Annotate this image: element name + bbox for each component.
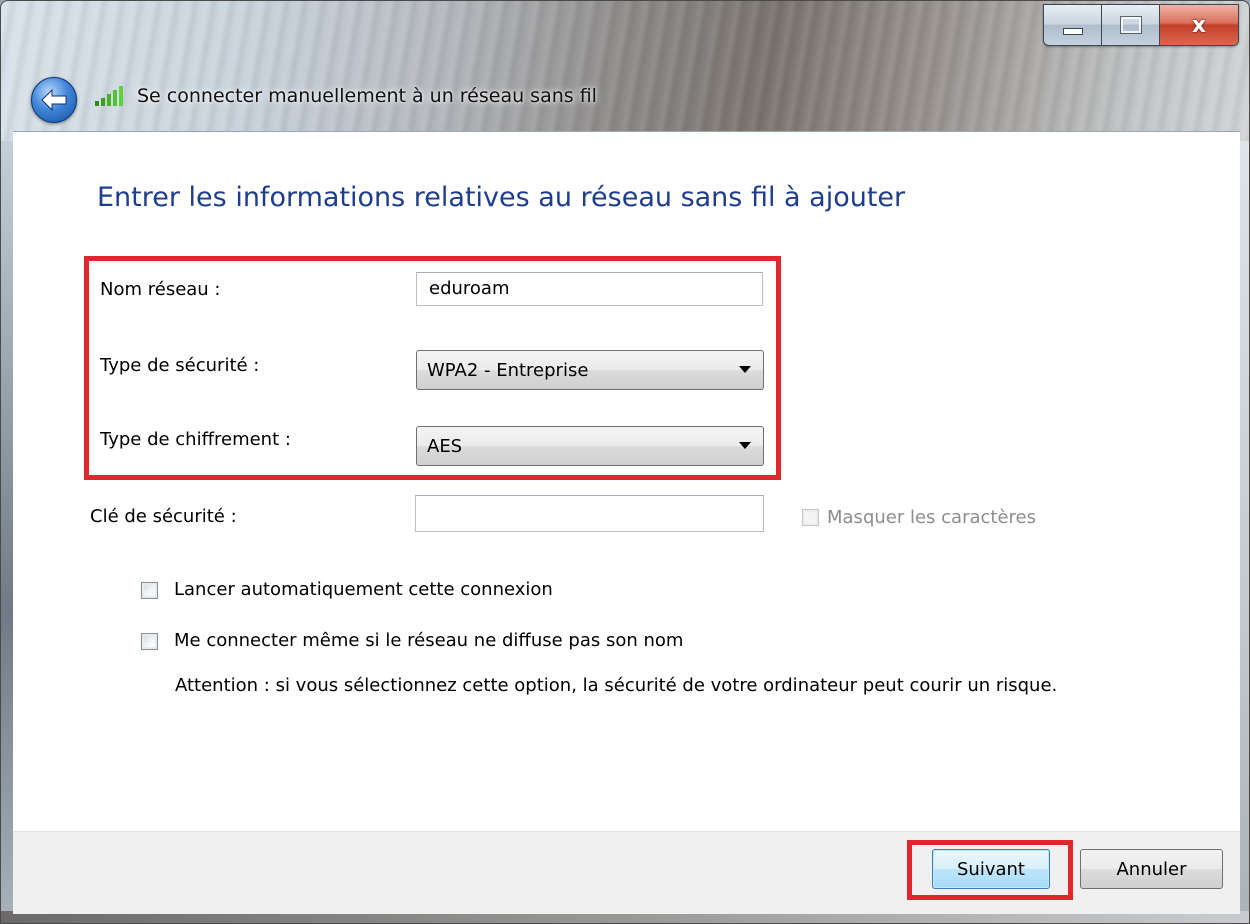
maximize-icon	[1119, 16, 1142, 34]
minimize-button[interactable]	[1044, 5, 1102, 45]
cancel-button[interactable]: Annuler	[1080, 849, 1223, 889]
security-type-select[interactable]: WPA2 - Entreprise	[416, 350, 764, 390]
back-button[interactable]	[31, 77, 77, 123]
maximize-button[interactable]	[1102, 5, 1160, 45]
security-key-input[interactable]	[415, 495, 764, 532]
network-name-input[interactable]: eduroam	[416, 272, 763, 306]
content-area: Entrer les informations relatives au rés…	[13, 131, 1240, 832]
chevron-down-icon	[739, 442, 751, 449]
caption-buttons: x	[1043, 4, 1239, 46]
hide-characters-label: Masquer les caractères	[827, 507, 1036, 528]
security-type-label: Type de sécurité :	[100, 355, 260, 376]
encryption-type-value: AES	[427, 435, 463, 457]
auto-start-label[interactable]: Lancer automatiquement cette connexion	[174, 579, 553, 600]
close-button[interactable]: x	[1160, 5, 1238, 45]
dialog-window: x Se connecter manuellement à un réseau …	[0, 0, 1250, 924]
security-key-label: Clé de sécurité :	[90, 506, 237, 527]
next-button[interactable]: Suivant	[932, 849, 1050, 889]
warning-text: Attention : si vous sélectionnez cette o…	[175, 675, 1058, 696]
window-title: Se connecter manuellement à un réseau sa…	[137, 85, 597, 107]
hide-characters-checkbox[interactable]	[802, 509, 819, 526]
chevron-down-icon	[739, 366, 751, 373]
wireless-signal-icon	[95, 86, 123, 106]
minimize-icon	[1062, 27, 1083, 35]
close-icon: x	[1191, 12, 1207, 38]
page-title: Entrer les informations relatives au rés…	[97, 182, 906, 213]
auto-start-checkbox[interactable]	[141, 582, 158, 599]
back-arrow-icon	[41, 89, 67, 111]
encryption-type-select[interactable]: AES	[416, 426, 764, 466]
connect-hidden-checkbox[interactable]	[141, 633, 158, 650]
window-border-left	[1, 141, 13, 923]
network-name-label: Nom réseau :	[100, 279, 221, 300]
connect-hidden-label[interactable]: Me connecter même si le réseau ne diffus…	[174, 630, 683, 651]
encryption-type-label: Type de chiffrement :	[100, 429, 291, 450]
button-bar: Suivant Annuler	[13, 831, 1240, 914]
security-type-value: WPA2 - Entreprise	[427, 359, 589, 381]
